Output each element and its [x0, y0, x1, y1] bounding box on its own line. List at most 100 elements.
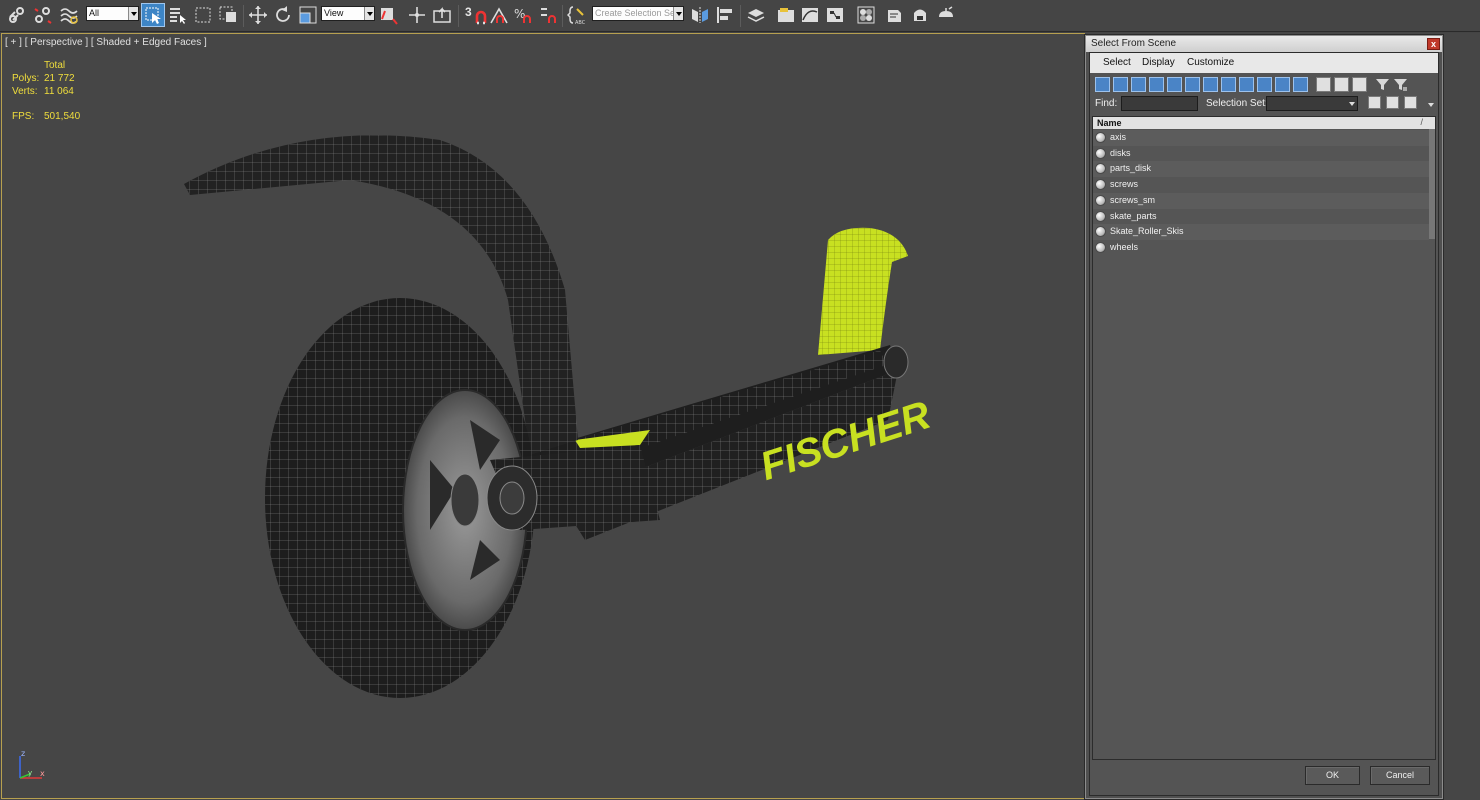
display-groups-icon[interactable]: [1203, 77, 1218, 92]
toggle-layer-explorer-icon[interactable]: [745, 4, 767, 26]
display-none-icon[interactable]: [1334, 77, 1349, 92]
display-cameras-icon[interactable]: [1149, 77, 1164, 92]
filter-options-icon[interactable]: [1393, 77, 1408, 92]
display-all-icon[interactable]: [1316, 77, 1331, 92]
display-space-warps-icon[interactable]: [1185, 77, 1200, 92]
window-crossing-icon[interactable]: [217, 4, 239, 26]
angle-snap-icon[interactable]: [488, 4, 510, 26]
dialog-menu-bar: Select Display Customize: [1090, 53, 1438, 73]
select-object-icon[interactable]: [141, 3, 165, 27]
panel-options-chevron-icon[interactable]: [1428, 103, 1434, 107]
menu-select[interactable]: Select: [1103, 57, 1131, 68]
display-geometry-icon[interactable]: [1095, 77, 1110, 92]
scene-object-list: Name / axis disks parts_disk screws screws_s…: [1092, 116, 1436, 760]
list-item[interactable]: wheels: [1093, 239, 1429, 256]
rendered-frame-window-icon[interactable]: [909, 4, 931, 26]
display-hidden-icon[interactable]: [1293, 77, 1308, 92]
list-item[interactable]: screws_sm: [1093, 192, 1429, 209]
object-name: skate_parts: [1110, 210, 1157, 221]
display-frozen-icon[interactable]: [1275, 77, 1290, 92]
list-item[interactable]: axis: [1093, 130, 1429, 146]
axis-x-label: x: [40, 769, 45, 778]
selection-set-dropdown[interactable]: [1266, 96, 1358, 111]
selection-set-select-icon[interactable]: [1404, 96, 1417, 109]
select-and-move-icon[interactable]: [247, 4, 269, 26]
dialog-body: Select Display Customize Find: Selection…: [1089, 52, 1439, 796]
spinner-snap-icon[interactable]: [537, 4, 559, 26]
select-and-manipulate-icon[interactable]: [406, 4, 428, 26]
list-item[interactable]: disks: [1093, 145, 1429, 162]
roller-ski-model[interactable]: FISCHER: [0, 33, 1084, 799]
list-item[interactable]: screws: [1093, 177, 1429, 194]
object-name: Skate_Roller_Skis: [1110, 226, 1184, 237]
menu-customize[interactable]: Customize: [1187, 57, 1234, 68]
toolbar-separator: [458, 5, 459, 27]
column-header-name[interactable]: Name /: [1093, 117, 1435, 129]
unlink-selection-icon[interactable]: [32, 4, 54, 26]
display-filter-toolbar: [1090, 75, 1438, 93]
align-icon[interactable]: [714, 4, 736, 26]
selection-filter-value: All: [89, 8, 100, 18]
dialog-title-bar[interactable]: Select From Scene x: [1086, 36, 1442, 52]
selection-set-label: Selection Set:: [1206, 98, 1268, 109]
front-axle-hub: [486, 445, 660, 531]
select-by-name-icon[interactable]: [167, 4, 189, 26]
display-containers-icon[interactable]: [1257, 77, 1272, 92]
mirror-icon[interactable]: [689, 4, 711, 26]
display-invert-icon[interactable]: [1352, 77, 1367, 92]
display-lights-icon[interactable]: [1131, 77, 1146, 92]
menu-display[interactable]: Display: [1142, 57, 1175, 68]
axis-tripod-icon: z x y: [19, 749, 45, 779]
object-name: disks: [1110, 147, 1131, 158]
object-type-icon: [1095, 194, 1106, 206]
object-type-icon: [1095, 210, 1106, 222]
selection-filter-dropdown[interactable]: All: [86, 6, 139, 21]
display-helpers-icon[interactable]: [1167, 77, 1182, 92]
selection-set-add-icon[interactable]: [1368, 96, 1381, 109]
toolbar-separator: [740, 5, 741, 27]
reference-coordinate-dropdown[interactable]: View: [321, 6, 375, 21]
main-toolbar: All View 3 % ABC Create Selection Se: [0, 0, 1480, 32]
chevron-down-icon: [1349, 102, 1355, 106]
toggle-ribbon-icon[interactable]: [775, 4, 797, 26]
named-selection-sets-dropdown[interactable]: Create Selection Se: [592, 6, 684, 21]
use-pivot-point-center-icon[interactable]: [378, 4, 400, 26]
list-scrollbar[interactable]: [1429, 129, 1435, 239]
3ds-max-window: All View 3 % ABC Create Selection Se [+…: [0, 0, 1480, 800]
close-icon[interactable]: x: [1427, 38, 1440, 50]
rectangular-selection-region-icon[interactable]: [192, 4, 214, 26]
filter-icon[interactable]: [1375, 77, 1390, 92]
list-item[interactable]: parts_disk: [1093, 161, 1429, 178]
object-name: screws: [1110, 179, 1139, 190]
cancel-button[interactable]: Cancel: [1370, 766, 1430, 785]
percent-snap-icon[interactable]: %: [512, 4, 534, 26]
select-and-rotate-icon[interactable]: [272, 4, 294, 26]
object-name: wheels: [1110, 241, 1139, 252]
display-bones-icon[interactable]: [1239, 77, 1254, 92]
reference-coordinate-value: View: [324, 8, 344, 18]
bind-to-space-warp-icon[interactable]: [58, 4, 80, 26]
display-shapes-icon[interactable]: [1113, 77, 1128, 92]
sort-indicator: /: [1420, 117, 1423, 127]
selection-set-remove-icon[interactable]: [1386, 96, 1399, 109]
list-item[interactable]: Skate_Roller_Skis: [1093, 224, 1429, 241]
display-xrefs-icon[interactable]: [1221, 77, 1236, 92]
object-type-icon: [1095, 241, 1106, 253]
keyboard-shortcut-override-icon[interactable]: [431, 4, 453, 26]
material-editor-icon[interactable]: [855, 4, 877, 26]
schematic-view-icon[interactable]: [824, 4, 846, 26]
edit-named-selection-sets-icon[interactable]: ABC: [566, 4, 588, 26]
axis-z-label: z: [21, 749, 25, 758]
render-setup-icon[interactable]: [884, 4, 906, 26]
object-type-icon: [1095, 163, 1106, 175]
toolbar-separator: [562, 5, 563, 27]
select-and-link-icon[interactable]: [6, 4, 28, 26]
curve-editor-icon[interactable]: [799, 4, 821, 26]
ok-button[interactable]: OK: [1305, 766, 1360, 785]
list-item[interactable]: skate_parts: [1093, 208, 1429, 225]
select-and-scale-icon[interactable]: [297, 4, 319, 26]
render-production-icon[interactable]: [935, 4, 957, 26]
find-input[interactable]: [1121, 96, 1198, 111]
object-type-icon: [1095, 132, 1106, 143]
find-label: Find:: [1095, 98, 1118, 109]
